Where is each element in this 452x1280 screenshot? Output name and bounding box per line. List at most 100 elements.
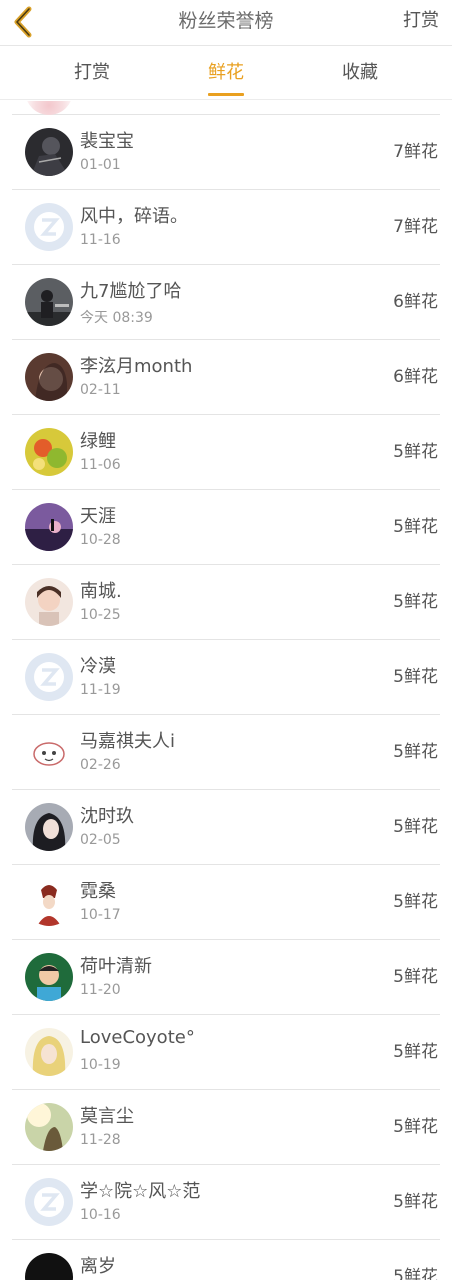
avatar-image [25, 1103, 73, 1151]
fan-name: 九7尴尬了哈 [80, 281, 182, 302]
reward-button[interactable]: 打赏 [403, 0, 439, 46]
tab-favorites[interactable]: 收藏 [300, 46, 420, 100]
avatar[interactable] [25, 803, 73, 851]
list-item[interactable]: 李泫月month 02-11 6鲜花 [12, 340, 440, 415]
avatar[interactable] [25, 1103, 73, 1151]
gift-date: 10-28 [80, 532, 121, 548]
fan-ranking-list[interactable]: 裴宝宝 01-01 7鲜花 风中，碎语。 11-16 7鲜花 九7尴尬了哈 今天 08:39 6… [0, 101, 452, 1280]
gift-date: 02-26 [80, 757, 121, 773]
avatar[interactable] [25, 353, 73, 401]
gift-date: 11-20 [80, 982, 121, 998]
flower-count: 7鲜花 [393, 142, 438, 162]
avatar[interactable] [25, 428, 73, 476]
gift-date: 11-28 [80, 1132, 121, 1148]
list-item[interactable]: 风中，碎语。 11-16 7鲜花 [12, 190, 440, 265]
fan-name: LoveCoyote° [80, 1027, 195, 1048]
list-item-partial [12, 101, 440, 115]
flower-count: 5鲜花 [393, 1267, 438, 1280]
avatar-image [25, 953, 73, 1001]
flower-count: 5鲜花 [393, 517, 438, 537]
list-item[interactable]: 离岁 5鲜花 [12, 1240, 440, 1280]
list-item[interactable]: 裴宝宝 01-01 7鲜花 [12, 115, 440, 190]
gift-date: 11-16 [80, 232, 121, 248]
top-bar: 粉丝荣誉榜 打赏 [0, 0, 452, 46]
flower-count: 7鲜花 [393, 217, 438, 237]
gift-date: 今天 08:39 [80, 310, 153, 326]
avatar-image [25, 278, 73, 326]
avatar-image [25, 578, 73, 626]
avatar-image [25, 878, 73, 926]
avatar-image [25, 653, 73, 701]
list-item[interactable]: 天涯 10-28 5鲜花 [12, 490, 440, 565]
avatar[interactable] [25, 653, 73, 701]
avatar[interactable] [25, 503, 73, 551]
gift-date: 10-19 [80, 1057, 121, 1073]
fan-name: 南城. [80, 581, 122, 602]
gift-date: 11-19 [80, 682, 121, 698]
avatar-image [25, 503, 73, 551]
avatar[interactable] [25, 278, 73, 326]
gift-date: 01-01 [80, 157, 121, 173]
avatar[interactable] [25, 1028, 73, 1076]
list-item[interactable]: 冷漠 11-19 5鲜花 [12, 640, 440, 715]
tab-bar: 打赏 鲜花 收藏 [0, 46, 452, 100]
avatar-image [25, 1253, 73, 1280]
avatar[interactable] [25, 578, 73, 626]
fan-name: 裴宝宝 [80, 131, 134, 152]
gift-date: 10-16 [80, 1207, 121, 1223]
avatar [25, 101, 73, 115]
gift-date: 02-05 [80, 832, 121, 848]
flower-count: 5鲜花 [393, 1117, 438, 1137]
fan-name: 马嘉祺夫人i [80, 731, 176, 752]
gift-date: 02-11 [80, 382, 121, 398]
list-item[interactable]: 莫言尘 11-28 5鲜花 [12, 1090, 440, 1165]
gift-date: 10-25 [80, 607, 121, 623]
flower-count: 5鲜花 [393, 1192, 438, 1212]
fan-name: 冷漠 [80, 656, 116, 677]
tab-reward[interactable]: 打赏 [32, 46, 152, 100]
avatar[interactable] [25, 878, 73, 926]
avatar-image [25, 428, 73, 476]
avatar[interactable] [25, 1178, 73, 1226]
list-item[interactable]: 沈时玖 02-05 5鲜花 [12, 790, 440, 865]
fan-name: 莫言尘 [80, 1106, 134, 1127]
gift-date: 10-17 [80, 907, 121, 923]
list-item[interactable]: 南城. 10-25 5鲜花 [12, 565, 440, 640]
flower-count: 5鲜花 [393, 817, 438, 837]
avatar-image [25, 803, 73, 851]
list-item[interactable]: LoveCoyote° 10-19 5鲜花 [12, 1015, 440, 1090]
flower-count: 5鲜花 [393, 892, 438, 912]
avatar-image [25, 203, 73, 251]
flower-count: 5鲜花 [393, 1042, 438, 1062]
avatar[interactable] [25, 128, 73, 176]
fan-name: 沈时玖 [80, 806, 134, 827]
tab-flowers[interactable]: 鲜花 [166, 46, 286, 100]
fan-name: 学☆院☆风☆范 [80, 1181, 201, 1202]
avatar[interactable] [25, 1253, 73, 1280]
list-item[interactable]: 学☆院☆风☆范 10-16 5鲜花 [12, 1165, 440, 1240]
fan-name: 霓桑 [80, 881, 116, 902]
page-title: 粉丝荣誉榜 [178, 10, 274, 32]
fan-name: 李泫月month [80, 356, 193, 377]
flower-count: 5鲜花 [393, 442, 438, 462]
flower-count: 6鲜花 [393, 292, 438, 312]
fan-name: 风中，碎语。 [80, 206, 188, 227]
avatar-image [25, 728, 73, 776]
list-item[interactable]: 绿鲤 11-06 5鲜花 [12, 415, 440, 490]
list-item[interactable]: 荷叶清新 11-20 5鲜花 [12, 940, 440, 1015]
avatar-image [25, 1028, 73, 1076]
fan-name: 绿鲤 [80, 431, 116, 452]
flower-count: 5鲜花 [393, 967, 438, 987]
fan-name: 荷叶清新 [80, 956, 152, 977]
list-item[interactable]: 马嘉祺夫人i 02-26 5鲜花 [12, 715, 440, 790]
avatar[interactable] [25, 203, 73, 251]
list-item[interactable]: 霓桑 10-17 5鲜花 [12, 865, 440, 940]
avatar[interactable] [25, 728, 73, 776]
gift-date: 11-06 [80, 457, 121, 473]
avatar-image [25, 1178, 73, 1226]
avatar-image [25, 128, 73, 176]
flower-count: 6鲜花 [393, 367, 438, 387]
avatar[interactable] [25, 953, 73, 1001]
list-item[interactable]: 九7尴尬了哈今天 08:39 6鲜花 [12, 265, 440, 340]
fan-name: 天涯 [80, 506, 116, 527]
